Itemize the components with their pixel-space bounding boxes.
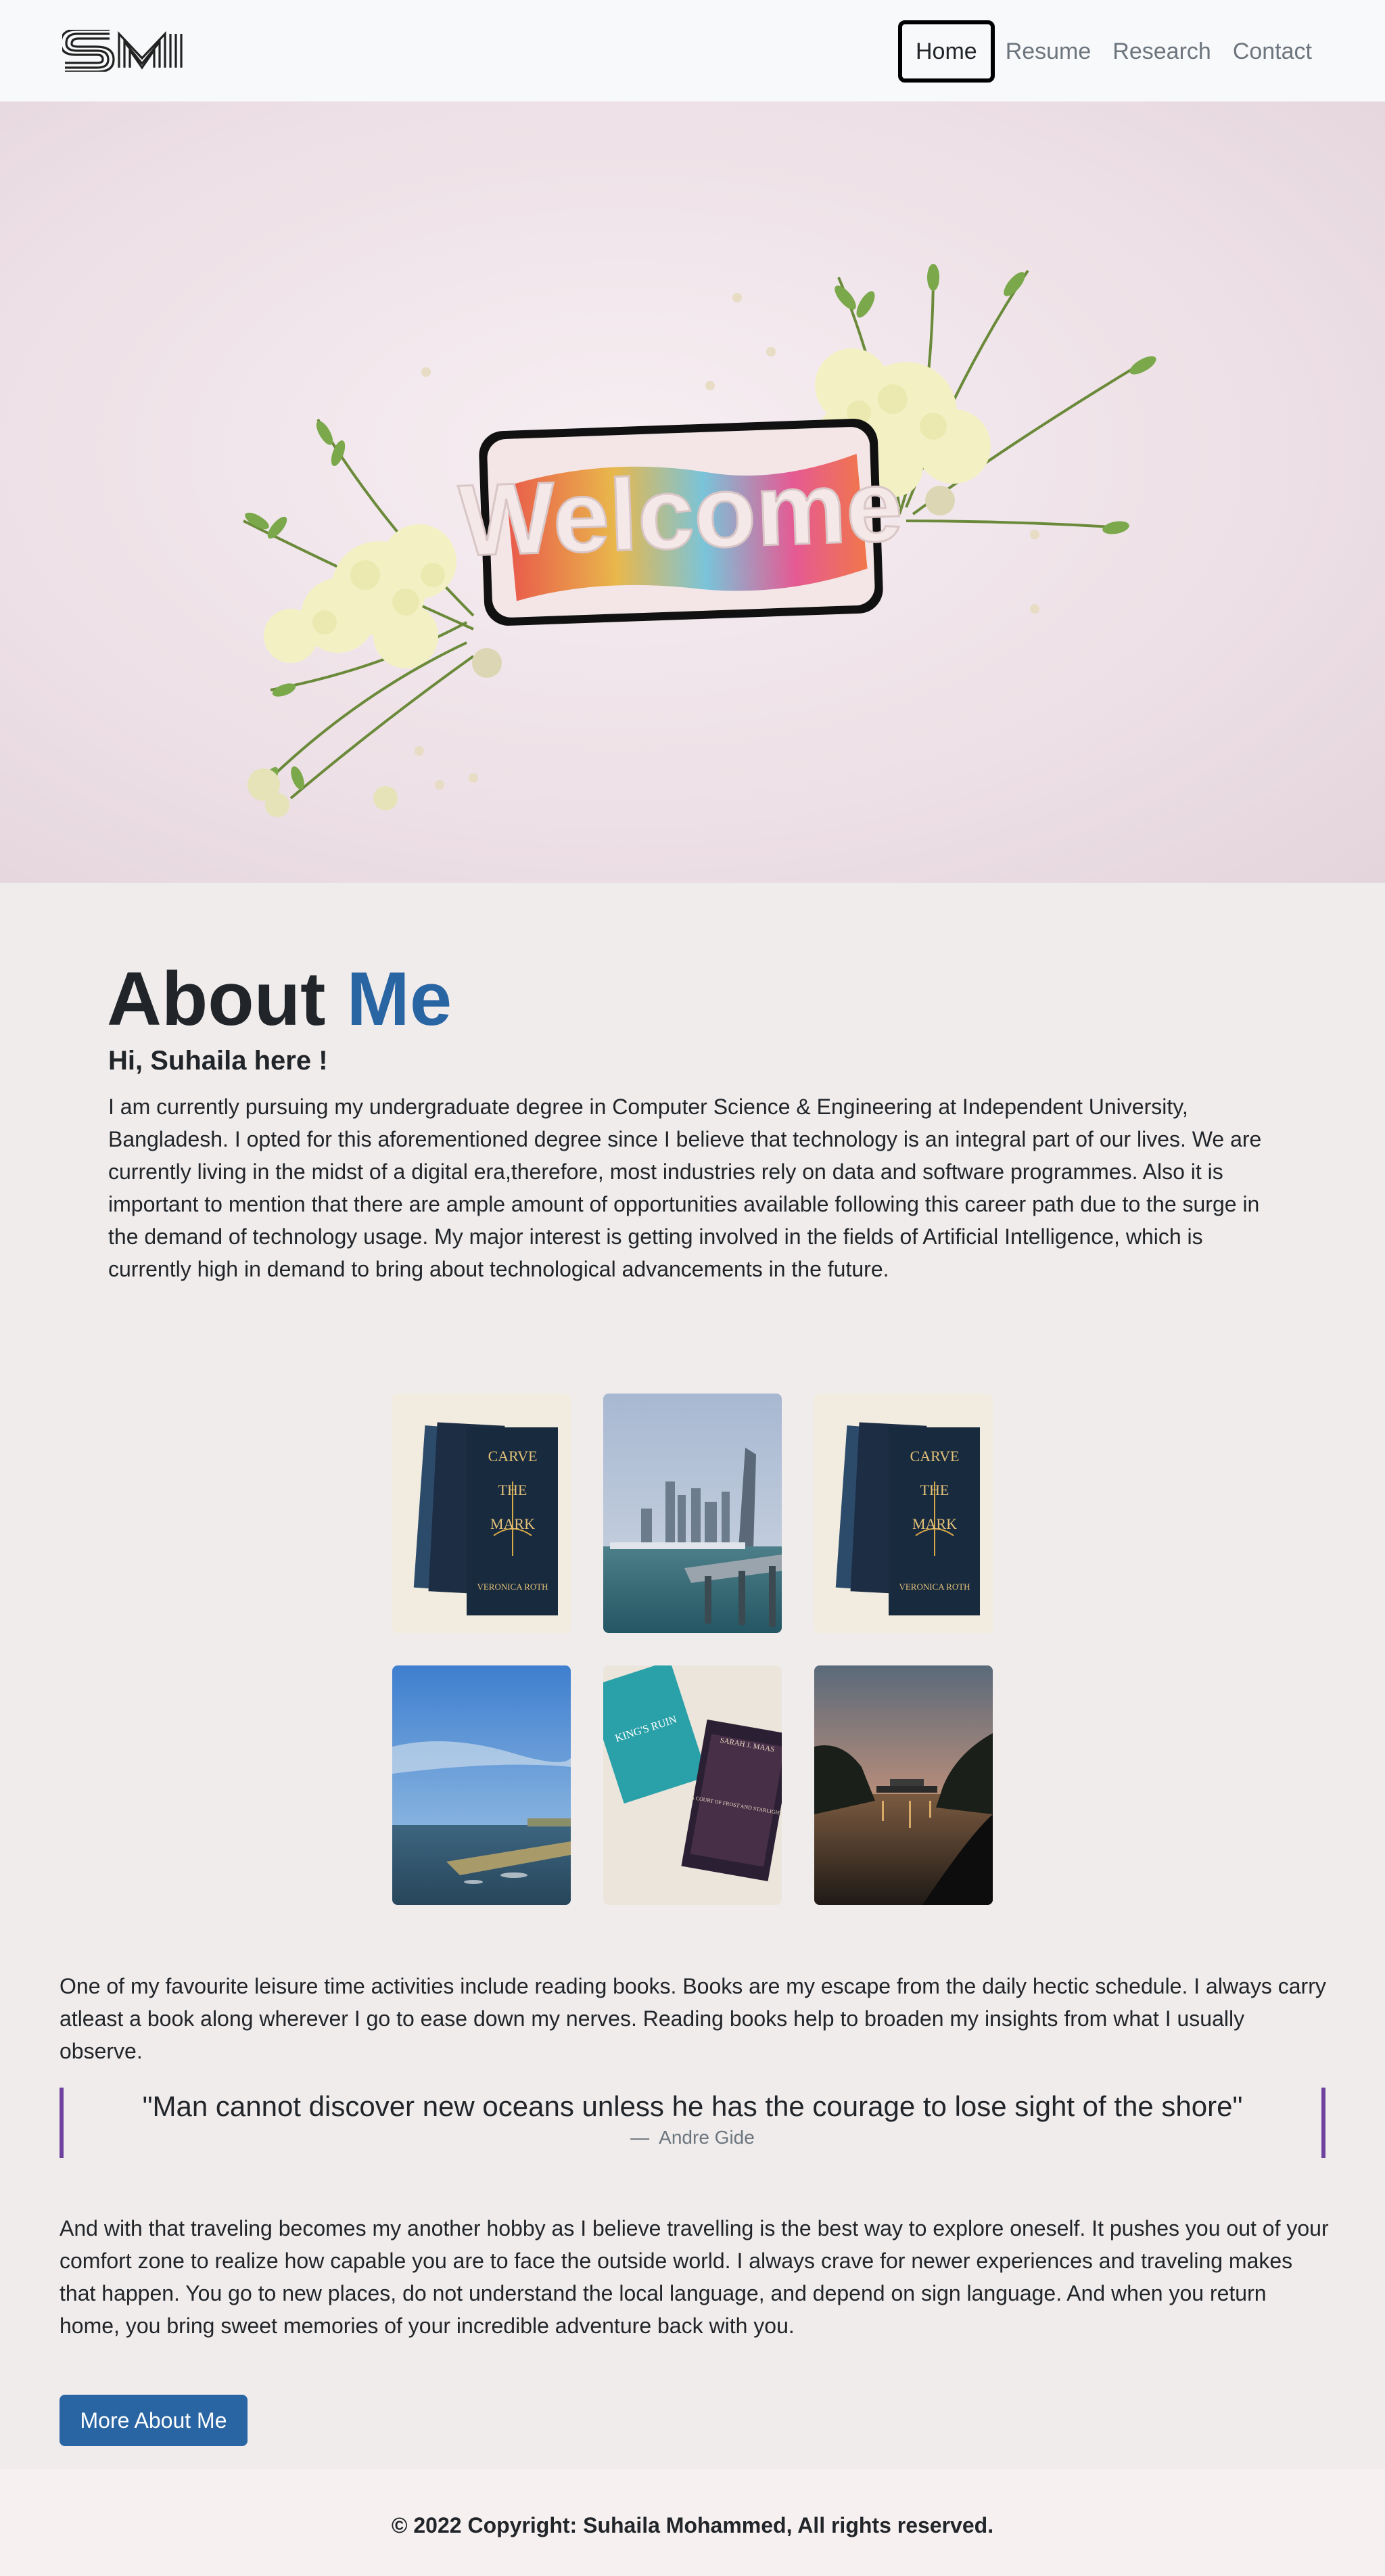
about-title-plain: About — [107, 957, 326, 1041]
book1-title-line3: MARK — [490, 1515, 535, 1532]
hero-banner: Welcome — [0, 101, 1385, 883]
book1-author: VERONICA ROTH — [477, 1582, 548, 1592]
nav-links: Home Resume Research Contact — [897, 20, 1323, 83]
hero-illustration: Welcome — [243, 264, 1156, 817]
quote-dash: — — [630, 2127, 650, 2148]
book1-author-copy: VERONICA ROTH — [899, 1582, 970, 1592]
about-title: About Me — [107, 957, 452, 1040]
gallery-photo-city-pier[interactable] — [603, 1394, 782, 1633]
gallery-photo-sunset-river[interactable] — [814, 1665, 993, 1905]
logo[interactable] — [62, 30, 189, 72]
reading-paragraph: One of my favourite leisure time activit… — [60, 1974, 1326, 2063]
quote-block: "Man cannot discover new oceans unless h… — [60, 2088, 1325, 2158]
about-greeting: Hi, Suhaila here ! — [108, 1046, 328, 1076]
book1-title-line1-copy: CARVE — [910, 1448, 960, 1465]
quote-author: Andre Gide — [659, 2127, 755, 2148]
gallery-photo-seaside[interactable] — [392, 1665, 571, 1905]
more-about-me-button[interactable]: More About Me — [60, 2395, 248, 2446]
about-title-accent: Me — [346, 957, 452, 1041]
nav-contact-link[interactable]: Contact — [1222, 20, 1323, 83]
book1-title-line2: THE — [498, 1481, 527, 1498]
gallery-photo-books-3[interactable]: KING'S RUIN SARAH J. MAAS A COURT OF FRO… — [603, 1665, 782, 1905]
travel-paragraph: And with that traveling becomes my anoth… — [60, 2216, 1329, 2338]
book1-title-line1: CARVE — [488, 1448, 538, 1465]
nav-resume-link[interactable]: Resume — [995, 20, 1102, 83]
gallery-photo-books-2[interactable]: CARVE THE MARK VERONICA ROTH — [814, 1394, 993, 1633]
welcome-text: Welcome — [457, 448, 904, 578]
footer-copyright: © 2022 Copyright: Suhaila Mohammed, All … — [391, 2512, 994, 2537]
nav-research-link[interactable]: Research — [1102, 20, 1222, 83]
quote-text: "Man cannot discover new oceans unless h… — [142, 2090, 1243, 2122]
book1-title-line2-copy: THE — [920, 1481, 949, 1498]
about-paragraph: I am currently pursuing my undergraduate… — [108, 1095, 1262, 1281]
book1-title-line3-copy: MARK — [912, 1515, 957, 1532]
gallery-photo-books-1[interactable]: CARVE THE MARK VERONICA ROTH — [392, 1394, 571, 1633]
navbar: Home Resume Research Contact — [0, 0, 1385, 101]
footer: © 2022 Copyright: Suhaila Mohammed, All … — [0, 2469, 1385, 2576]
quote-footer: — Andre Gide — [64, 2127, 1321, 2148]
nav-home-link[interactable]: Home — [897, 20, 995, 83]
